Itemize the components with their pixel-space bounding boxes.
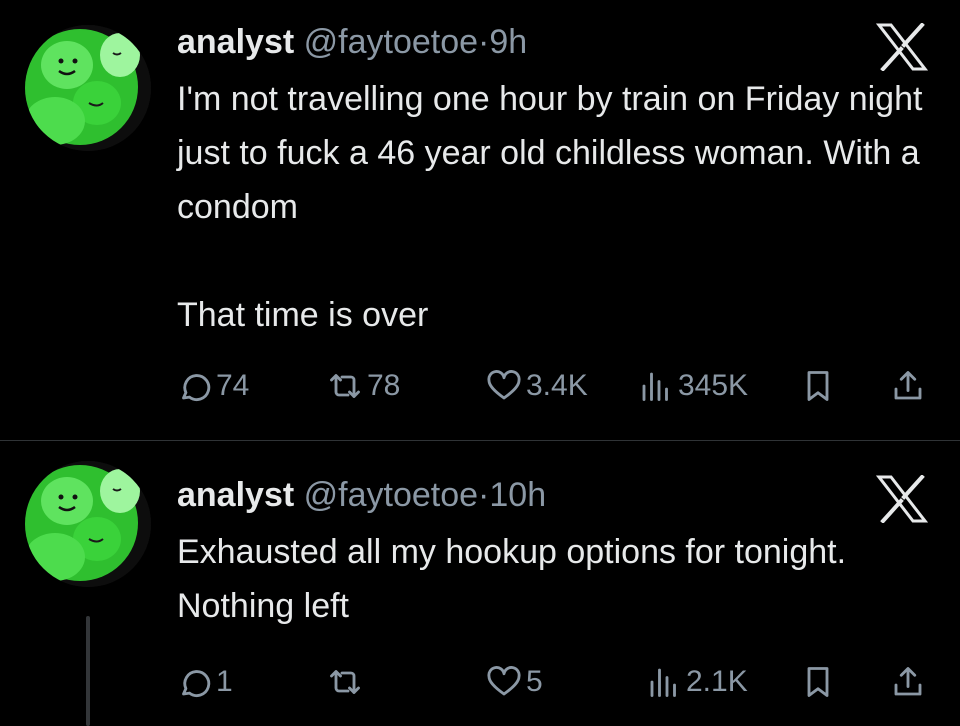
tweet-paragraph: That time is over xyxy=(177,296,429,334)
like-count: 5 xyxy=(526,665,543,698)
action-bar: 1 5 2.1K xyxy=(0,662,960,702)
tweet-text: I'm not travelling one hour by train on … xyxy=(177,72,937,342)
tweet-text: Exhausted all my hookup options for toni… xyxy=(177,525,937,633)
user-handle[interactable]: @faytoetoe xyxy=(304,23,478,61)
like-count: 3.4K xyxy=(526,369,588,402)
reply-count: 74 xyxy=(216,369,250,402)
repost-button[interactable]: 78 xyxy=(327,366,400,406)
like-button[interactable]: 5 xyxy=(486,662,543,702)
reply-button[interactable]: 1 xyxy=(176,662,233,702)
bookmark-button[interactable] xyxy=(800,662,836,702)
tweet[interactable]: analyst @faytoetoe·9h I'm not travelling… xyxy=(0,0,960,440)
repost-button[interactable] xyxy=(327,662,367,702)
share-button[interactable] xyxy=(890,366,926,406)
share-icon xyxy=(890,368,926,404)
views-count: 2.1K xyxy=(686,665,748,698)
separator-dot: · xyxy=(478,476,490,514)
repost-count: 78 xyxy=(367,369,401,402)
tweet-paragraph: I'm not travelling one hour by train on … xyxy=(177,80,923,226)
tweet-header: analyst @faytoetoe·9h xyxy=(177,20,527,64)
reply-button[interactable]: 74 xyxy=(176,366,249,406)
repost-icon xyxy=(327,368,363,404)
reply-count: 1 xyxy=(216,665,233,698)
like-icon xyxy=(486,664,522,700)
like-button[interactable]: 3.4K xyxy=(486,366,588,406)
repost-icon xyxy=(327,664,363,700)
reply-icon xyxy=(176,368,212,404)
share-button[interactable] xyxy=(890,662,926,702)
tweet-paragraph: Exhausted all my hookup options for toni… xyxy=(177,533,847,625)
thread-connector xyxy=(86,616,90,726)
views-icon xyxy=(646,664,682,700)
display-name[interactable]: analyst xyxy=(177,476,294,514)
bookmark-button[interactable] xyxy=(800,366,836,406)
views-button[interactable]: 345K xyxy=(638,366,748,406)
timestamp[interactable]: 9h xyxy=(489,23,527,61)
share-icon xyxy=(890,664,926,700)
user-handle[interactable]: @faytoetoe xyxy=(304,476,478,514)
bookmark-icon xyxy=(800,664,836,700)
tweet[interactable]: analyst @faytoetoe·10h Exhausted all my … xyxy=(0,441,960,726)
timestamp[interactable]: 10h xyxy=(489,476,546,514)
x-logo-icon xyxy=(876,23,928,71)
reply-icon xyxy=(176,664,212,700)
tweet-header: analyst @faytoetoe·10h xyxy=(177,473,546,517)
display-name[interactable]: analyst xyxy=(177,23,294,61)
views-count: 345K xyxy=(678,369,749,402)
views-button[interactable]: 2.1K xyxy=(646,662,748,702)
bookmark-icon xyxy=(800,368,836,404)
avatar[interactable] xyxy=(25,25,151,151)
avatar[interactable] xyxy=(25,461,151,587)
action-bar: 74 78 3.4K 345K xyxy=(0,366,960,406)
separator-dot: · xyxy=(478,23,490,61)
x-logo-icon xyxy=(876,475,928,523)
views-icon xyxy=(638,368,674,404)
like-icon xyxy=(486,368,522,404)
